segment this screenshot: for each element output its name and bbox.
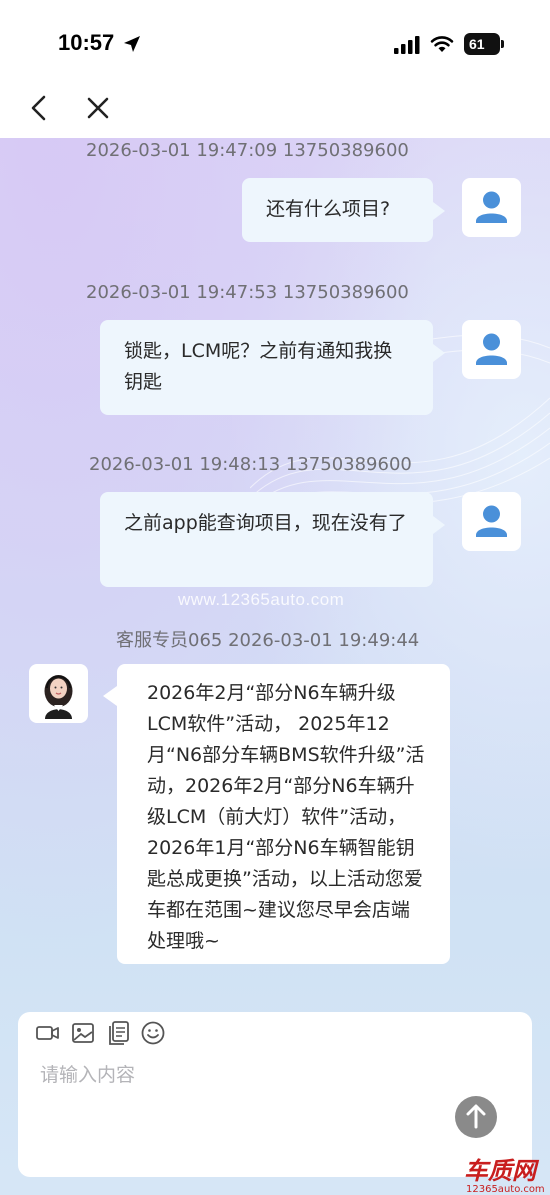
file-icon[interactable] — [106, 1020, 132, 1046]
agent-avatar — [29, 664, 88, 723]
video-icon[interactable] — [35, 1020, 61, 1046]
user-message-bubble[interactable]: 之前app能查询项目，现在没有了 — [100, 492, 445, 587]
message-meta: 2026-03-01 19:47:53 13750389600 — [86, 282, 409, 303]
message-input[interactable] — [40, 1060, 460, 1090]
cellular-signal-icon — [394, 36, 420, 54]
message-text: 之前app能查询项目，现在没有了 — [124, 512, 407, 534]
agent-message-bubble[interactable]: 2026年2月“部分N6车辆升级LCM软件”活动， 2025年12月“N6部分车… — [103, 664, 450, 964]
wifi-icon — [430, 36, 454, 52]
message-meta: 2026-03-01 19:48:13 13750389600 — [89, 454, 412, 475]
nav-bar — [0, 80, 550, 138]
user-avatar — [462, 492, 521, 551]
message-text: 2026年2月“部分N6车辆升级LCM软件”活动， 2025年12月“N6部分车… — [147, 682, 425, 952]
message-text: 还有什么项目? — [266, 198, 391, 220]
user-message-bubble[interactable]: 锁匙，LCM呢？之前有通知我换钥匙 — [100, 320, 445, 415]
message-meta: 2026-03-01 19:47:09 13750389600 — [86, 140, 409, 161]
watermark: www.12365auto.com — [178, 590, 345, 609]
chevron-left-icon[interactable] — [24, 92, 56, 124]
image-icon[interactable] — [70, 1020, 96, 1046]
arrow-up-icon — [466, 1104, 486, 1129]
user-avatar-icon — [476, 191, 507, 223]
user-message-bubble[interactable]: 还有什么项目? — [242, 178, 445, 242]
close-icon[interactable] — [82, 92, 114, 124]
user-avatar-icon — [476, 333, 507, 365]
site-logo: 车质网 12365auto.com — [464, 1157, 545, 1195]
agent-avatar-icon — [44, 675, 73, 719]
location-arrow-icon — [124, 36, 140, 52]
status-bar: 10:57 61 — [0, 0, 550, 90]
input-panel — [18, 1012, 532, 1177]
svg-text:车质网: 车质网 — [464, 1157, 540, 1185]
send-button[interactable] — [455, 1096, 497, 1138]
user-avatar-icon — [476, 505, 507, 537]
message-text: 锁匙，LCM呢？之前有通知我换钥匙 — [124, 340, 393, 393]
svg-text:12365auto.com: 12365auto.com — [466, 1184, 545, 1195]
emoji-icon[interactable] — [140, 1020, 166, 1046]
user-avatar — [462, 320, 521, 379]
clock: 10:57 — [58, 30, 115, 55]
message-meta: 客服专员065 2026-03-01 19:49:44 — [116, 630, 420, 651]
user-avatar — [462, 178, 521, 237]
battery-level: 61 — [469, 36, 485, 52]
battery-icon: 61 — [464, 33, 504, 55]
